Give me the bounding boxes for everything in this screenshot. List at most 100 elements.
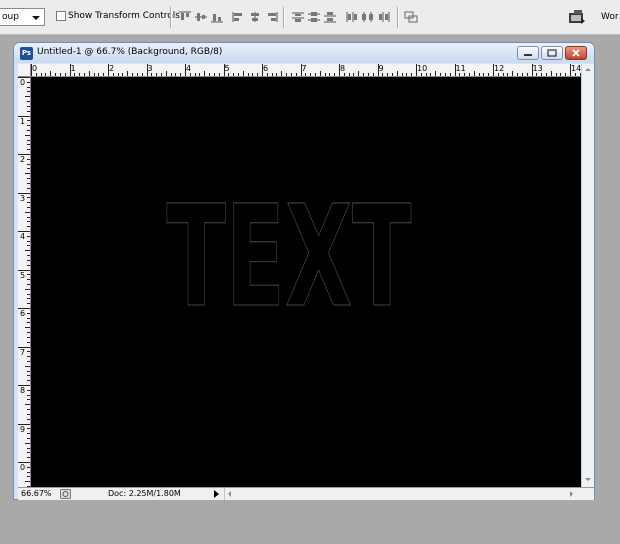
ruler-tick bbox=[83, 73, 85, 76]
ruler-tick bbox=[88, 71, 90, 76]
ruler-tick bbox=[550, 71, 552, 76]
distribute-left-edges-icon[interactable] bbox=[345, 11, 359, 23]
auto-select-dropdown[interactable]: oup bbox=[0, 8, 45, 26]
distribute-vertical-centers-icon[interactable] bbox=[307, 11, 321, 23]
ruler-tick bbox=[521, 73, 523, 76]
document-title-bar[interactable]: Ps Untitled-1 @ 66.7% (Background, RGB/8… bbox=[14, 43, 594, 63]
ruler-tick bbox=[257, 73, 259, 76]
align-top-edges-icon[interactable] bbox=[178, 11, 192, 23]
scroll-down-icon[interactable] bbox=[585, 478, 591, 481]
ruler-tick bbox=[156, 73, 158, 76]
ruler-tick bbox=[233, 73, 235, 76]
ruler-tick bbox=[262, 64, 263, 76]
ruler-tick bbox=[444, 73, 446, 76]
ruler-tick bbox=[185, 64, 186, 76]
vertical-ruler[interactable]: 0 1 2 3 4 5 6 7 8 9 0 bbox=[18, 77, 31, 487]
ruler-tick bbox=[25, 481, 30, 483]
scroll-up-icon[interactable] bbox=[585, 68, 591, 71]
ruler-tick bbox=[406, 73, 408, 76]
ruler-tick bbox=[382, 73, 384, 76]
document-canvas[interactable]: TEXT bbox=[31, 77, 581, 487]
ruler-tick bbox=[27, 221, 30, 223]
ruler-tick bbox=[27, 197, 30, 199]
ruler-tick bbox=[69, 64, 71, 76]
ruler-tick bbox=[459, 73, 461, 76]
ruler-tick bbox=[27, 235, 30, 237]
ruler-tick bbox=[189, 73, 191, 76]
auto-align-layers-icon[interactable] bbox=[404, 11, 418, 23]
document-size-info: Doc: 2.25M/1.80M bbox=[108, 489, 181, 498]
ruler-tick bbox=[339, 64, 340, 76]
ruler-tick bbox=[27, 471, 30, 473]
ruler-tick bbox=[180, 73, 182, 76]
distribute-top-edges-icon[interactable] bbox=[291, 11, 305, 23]
align-bottom-edges-icon[interactable] bbox=[210, 11, 224, 23]
ruler-v-label: 5 bbox=[20, 270, 26, 280]
ruler-tick bbox=[310, 73, 312, 76]
distribute-bottom-edges-icon[interactable] bbox=[323, 11, 337, 23]
ruler-tick bbox=[209, 73, 211, 76]
ruler-tick bbox=[27, 356, 30, 358]
ruler-v-label: 8 bbox=[20, 386, 26, 395]
ruler-tick bbox=[560, 73, 562, 76]
workspace-icon[interactable] bbox=[568, 9, 586, 25]
ruler-tick bbox=[25, 211, 30, 213]
ruler-origin[interactable] bbox=[18, 64, 31, 77]
ruler-tick bbox=[353, 73, 355, 76]
ruler-tick bbox=[497, 73, 499, 76]
ruler-tick bbox=[27, 452, 30, 454]
ruler-tick bbox=[199, 73, 201, 76]
ruler-tick bbox=[27, 163, 30, 165]
vertical-scrollbar[interactable] bbox=[581, 64, 594, 487]
distribute-right-edges-icon[interactable] bbox=[377, 11, 391, 23]
chevron-down-icon bbox=[32, 16, 40, 20]
ruler-tick bbox=[27, 341, 30, 343]
ruler-tick bbox=[122, 73, 124, 76]
align-horizontal-centers-icon[interactable] bbox=[248, 11, 262, 23]
distribute-horizontal-centers-icon[interactable] bbox=[361, 11, 375, 23]
ruler-tick bbox=[132, 73, 134, 76]
ruler-tick bbox=[25, 365, 30, 367]
align-left-edges-icon[interactable] bbox=[232, 11, 246, 23]
ruler-tick bbox=[425, 73, 427, 76]
document-window: Ps Untitled-1 @ 66.7% (Background, RGB/8… bbox=[13, 42, 595, 500]
ruler-tick bbox=[493, 64, 494, 76]
ruler-tick bbox=[27, 370, 30, 372]
ruler-tick bbox=[531, 64, 533, 76]
close-button[interactable] bbox=[565, 46, 587, 60]
align-right-edges-icon[interactable] bbox=[264, 11, 278, 23]
scroll-right-icon[interactable] bbox=[570, 491, 573, 497]
document-status-icon[interactable] bbox=[60, 489, 71, 499]
ruler-tick bbox=[27, 317, 30, 319]
ruler-tick bbox=[18, 77, 30, 78]
align-vertical-centers-icon[interactable] bbox=[194, 11, 208, 23]
workspace-label[interactable]: Wor bbox=[601, 12, 619, 22]
status-menu-arrow-icon[interactable] bbox=[214, 490, 219, 498]
ruler-tick bbox=[127, 71, 129, 76]
ruler-tick bbox=[27, 418, 30, 420]
toolbar-divider bbox=[397, 7, 399, 28]
ruler-tick bbox=[526, 73, 528, 76]
maximize-button[interactable] bbox=[541, 46, 563, 60]
show-transform-controls-checkbox[interactable] bbox=[56, 11, 66, 21]
ruler-tick bbox=[117, 73, 119, 76]
ruler-tick bbox=[27, 433, 30, 435]
ruler-tick bbox=[473, 71, 475, 76]
ruler-tick bbox=[27, 360, 30, 362]
ruler-tick bbox=[27, 351, 30, 353]
status-bar: 66.67% Doc: 2.25M/1.80M bbox=[18, 487, 594, 500]
ruler-tick bbox=[27, 240, 30, 242]
ruler-tick bbox=[151, 73, 153, 76]
ruler-h-label: 0 bbox=[32, 64, 38, 73]
ruler-tick bbox=[565, 73, 567, 76]
horizontal-scrollbar[interactable] bbox=[224, 488, 582, 500]
ruler-tick bbox=[305, 73, 307, 76]
ruler-tick bbox=[27, 101, 30, 103]
minimize-button[interactable] bbox=[517, 46, 539, 60]
horizontal-ruler[interactable]: 0 1 2 3 4 5 6 7 8 9 10 11 12 13 14 bbox=[31, 64, 581, 77]
ruler-tick bbox=[25, 404, 30, 406]
auto-select-value: oup bbox=[2, 12, 19, 22]
zoom-level-field[interactable]: 66.67% bbox=[21, 489, 52, 498]
ruler-tick bbox=[372, 73, 374, 76]
scroll-left-icon[interactable] bbox=[228, 491, 231, 497]
